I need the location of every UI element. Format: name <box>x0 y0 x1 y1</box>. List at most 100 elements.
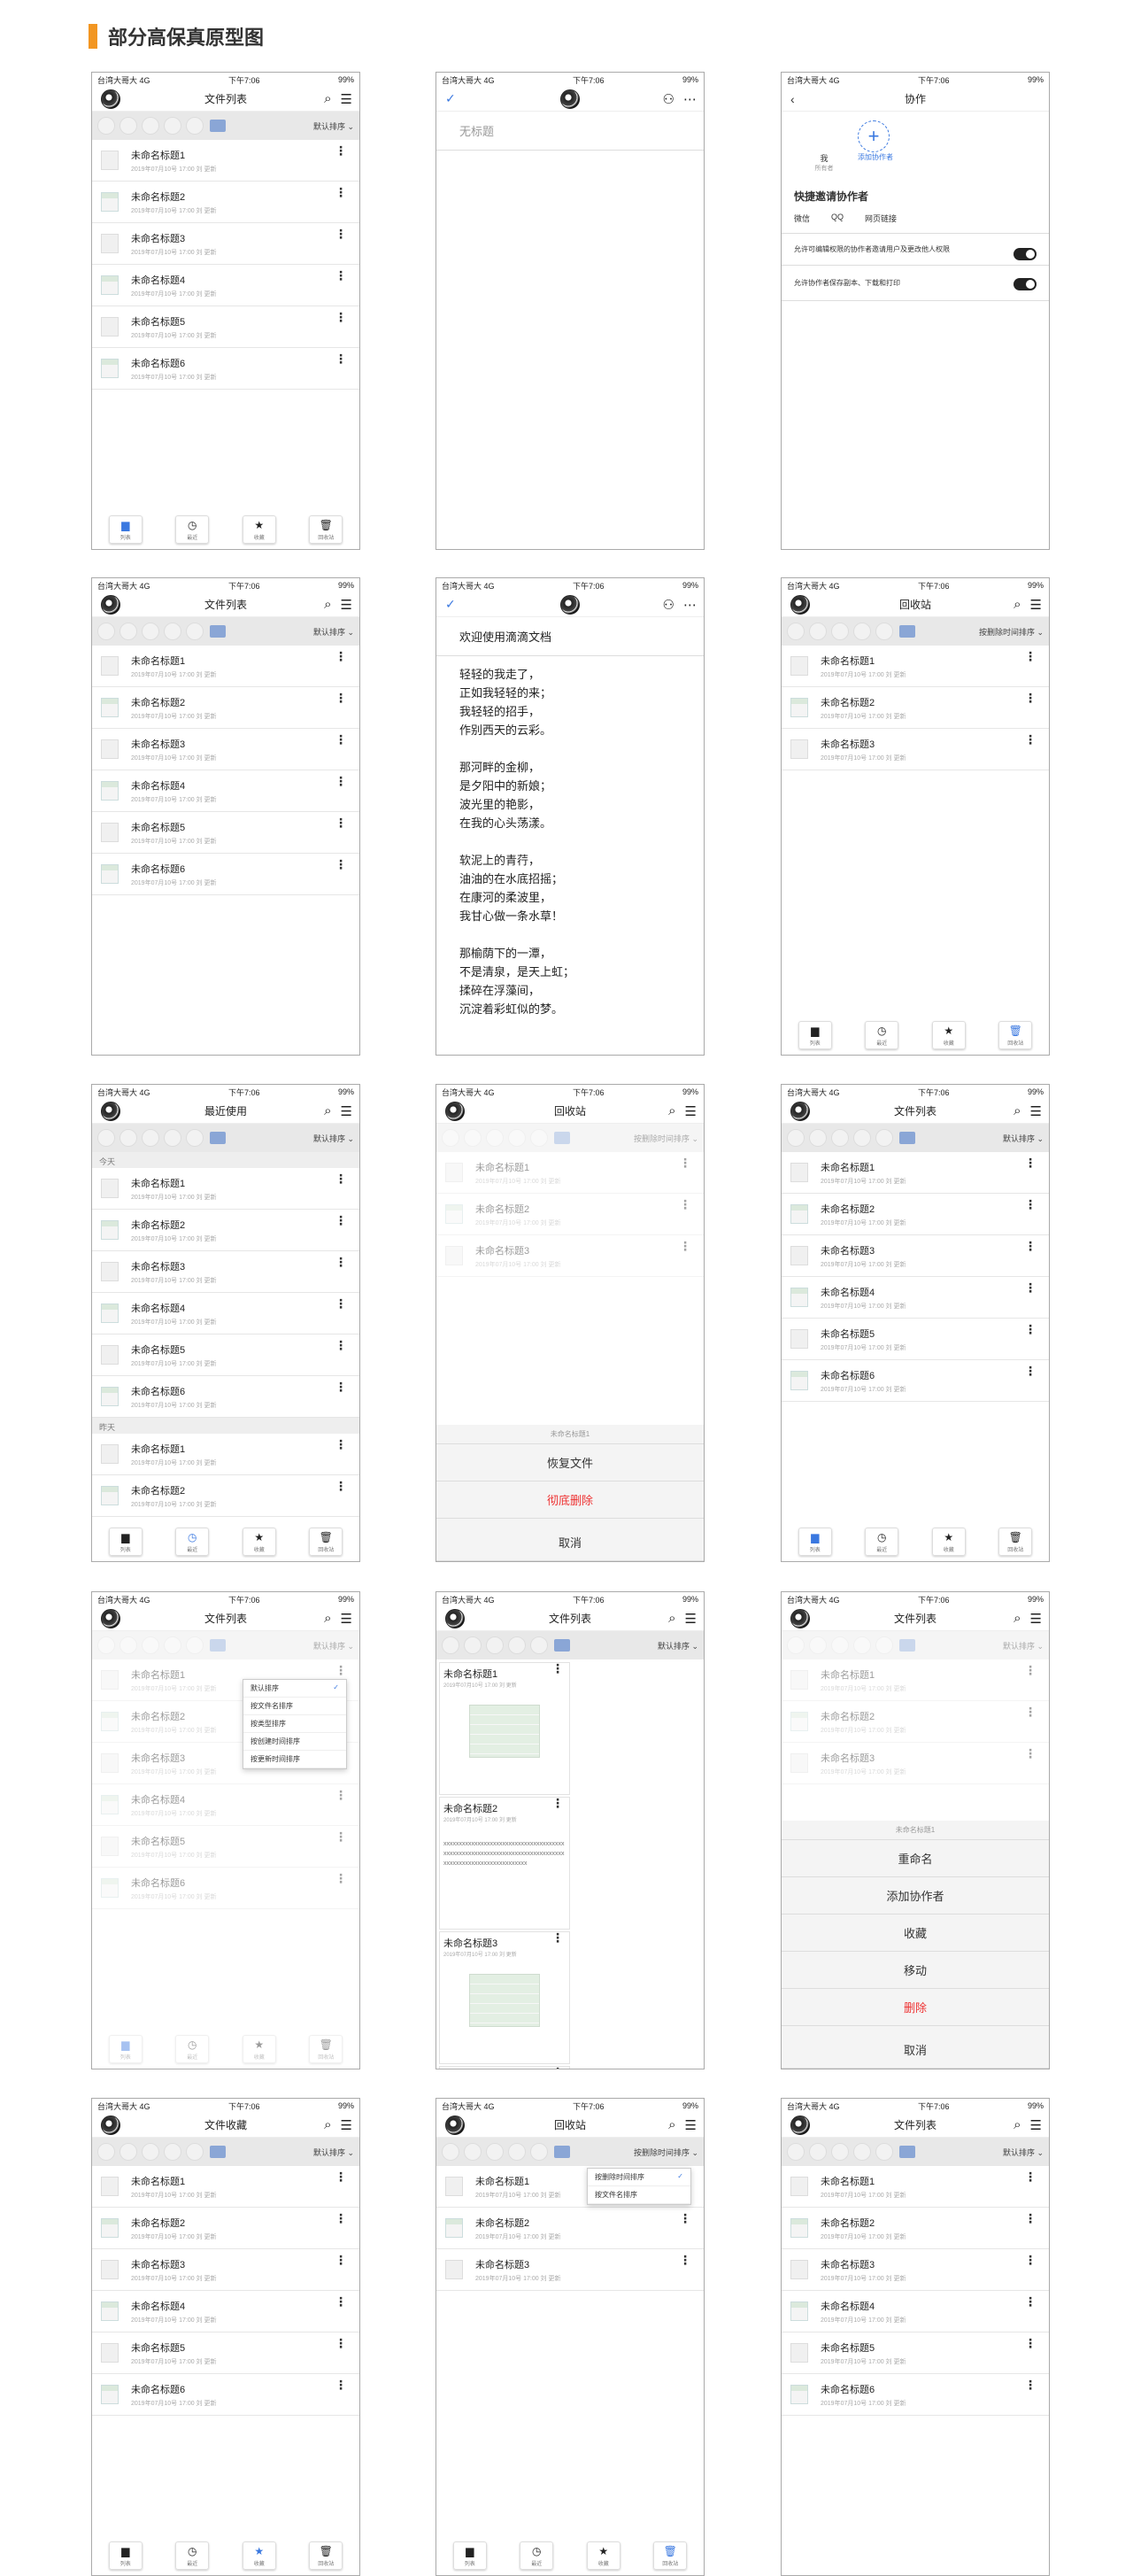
more-icon[interactable]: ⋮ <box>1024 1323 1037 1335</box>
filter-circle[interactable] <box>464 1636 482 1654</box>
list-item[interactable]: 未命名标题12019年07月10号 17:00 刘 更新⋮ <box>92 1434 359 1475</box>
folder-icon[interactable] <box>210 2146 226 2158</box>
sort-option[interactable]: 按创建时间排序 <box>243 1733 346 1751</box>
list-item[interactable]: 未命名标题62019年07月10号 17:00 刘 更新⋮ <box>782 2374 1049 2416</box>
more-icon[interactable]: ⋮ <box>335 2254 347 2266</box>
search-icon[interactable]: ⌕ <box>324 91 331 107</box>
filter-circle[interactable] <box>142 117 159 135</box>
list-icon[interactable]: ☰ <box>1030 597 1042 613</box>
list-item[interactable]: 未命名标题22019年07月10号 17:00 刘 更新⋮ <box>92 1475 359 1517</box>
tab-3[interactable]: 🗑回收站 <box>309 1528 343 1556</box>
list-item[interactable]: 未命名标题32019年07月10号 17:00 刘 更新⋮ <box>92 729 359 770</box>
list-icon[interactable]: ☰ <box>341 2117 352 2133</box>
list-item[interactable]: 未命名标题62019年07月10号 17:00 刘 更新⋮ <box>92 348 359 390</box>
more-icon[interactable]: ⋮ <box>1024 2295 1037 2308</box>
list-item[interactable]: 未命名标题22019年07月10号 17:00 刘 更新⋮ <box>92 687 359 729</box>
filter-circle[interactable] <box>875 623 893 640</box>
avatar[interactable] <box>101 89 120 109</box>
sort-option[interactable]: 按类型排序 <box>243 1715 346 1733</box>
filter-circle[interactable] <box>508 1636 526 1654</box>
more-icon[interactable]: ⋮ <box>335 269 347 282</box>
more-icon[interactable]: ⋮ <box>335 2170 347 2183</box>
avatar[interactable] <box>101 595 120 615</box>
more-icon[interactable]: ⋮ <box>335 1256 347 1268</box>
sort-dropdown[interactable]: 默认排序 ⌄ <box>313 120 354 132</box>
title-input[interactable]: 无标题 <box>436 112 704 151</box>
list-item[interactable]: 未命名标题32019年07月10号 17:00 刘 更新⋮ <box>782 1235 1049 1277</box>
more-icon[interactable]: ⋮ <box>1024 2170 1037 2183</box>
avatar[interactable] <box>445 1102 465 1121</box>
more-icon[interactable]: ⋮ <box>335 2337 347 2349</box>
more-icon[interactable]: ⋮ <box>335 2295 347 2308</box>
filter-circle[interactable] <box>119 623 137 640</box>
avatar[interactable] <box>101 1102 120 1121</box>
more-icon[interactable]: ⋮ <box>679 2254 691 2266</box>
filter-circle[interactable] <box>442 2143 459 2161</box>
search-icon[interactable]: ⌕ <box>668 1103 675 1119</box>
filter-circle[interactable] <box>164 2143 181 2161</box>
share-wechat[interactable]: 微信 <box>794 213 810 224</box>
tab-3[interactable]: 🗑回收站 <box>998 1021 1033 1049</box>
sort-dropdown[interactable]: 默认排序 ⌄ <box>1003 1133 1044 1144</box>
filter-circle[interactable] <box>787 623 805 640</box>
filter-circle[interactable] <box>508 2143 526 2161</box>
filter-circle[interactable] <box>142 1129 159 1147</box>
more-icon[interactable]: ⋮ <box>335 733 347 746</box>
filter-circle[interactable] <box>530 1636 548 1654</box>
doc-body[interactable]: 轻轻的我走了， 正如我轻轻的来； 我轻轻的招手， 作别西天的云彩。 那河畔的金柳， 是夕阳… <box>436 656 704 1027</box>
filter-circle[interactable] <box>787 2143 805 2161</box>
share-qq[interactable]: QQ <box>831 213 844 224</box>
folder-icon[interactable] <box>554 2146 570 2158</box>
list-icon[interactable]: ☰ <box>341 91 352 107</box>
filter-circle[interactable] <box>853 1129 871 1147</box>
list-item[interactable]: 未命名标题12019年07月10号 17:00 刘 更新⋮ <box>782 646 1049 687</box>
sort-option[interactable]: 按更新时间排序 <box>243 1751 346 1768</box>
search-icon[interactable]: ⌕ <box>1014 2117 1021 2133</box>
sort-dropdown[interactable]: 默认排序 ⌄ <box>313 1133 354 1144</box>
action-item[interactable]: 移动 <box>782 1952 1049 1989</box>
more-icon[interactable]: ⋮ <box>1024 692 1037 704</box>
grid-card[interactable]: 文件夹12019年07月10号 17:00 刘 更新⋮ <box>439 2066 570 2069</box>
search-icon[interactable]: ⌕ <box>1014 1103 1021 1119</box>
action-item[interactable]: 删除 <box>782 1989 1049 2026</box>
list-item[interactable]: 未命名标题52019年07月10号 17:00 刘 更新⋮ <box>782 2332 1049 2374</box>
list-item[interactable]: 未命名标题52019年07月10号 17:00 刘 更新⋮ <box>92 812 359 854</box>
more-icon[interactable]: ⋮ <box>335 1480 347 1492</box>
filter-circle[interactable] <box>809 623 827 640</box>
tab-3[interactable]: 🗑回收站 <box>653 2541 688 2570</box>
grid-card[interactable]: 未命名标题2 2019年07月10号 17:00 刘 更新 ⋮ xxxxxxxxxxx… <box>439 1797 570 1930</box>
list-item[interactable]: 未命名标题42019年07月10号 17:00 刘 更新⋮ <box>782 2291 1049 2332</box>
filter-circle[interactable] <box>186 2143 204 2161</box>
more-icon[interactable]: ⋯ <box>683 91 697 107</box>
more-icon[interactable]: ⋮ <box>335 1172 347 1185</box>
folder-icon[interactable] <box>554 1639 570 1652</box>
cancel-button[interactable]: 取消 <box>436 1524 704 1561</box>
more-icon[interactable]: ⋮ <box>335 1339 347 1351</box>
list-icon[interactable]: ☰ <box>1030 2117 1042 2133</box>
search-icon[interactable]: ⌕ <box>668 1611 675 1627</box>
action-item[interactable]: 收藏 <box>782 1915 1049 1952</box>
filter-circle[interactable] <box>530 2143 548 2161</box>
list-item[interactable]: 未命名标题32019年07月10号 17:00 刘 更新⋮ <box>92 223 359 265</box>
sort-dropdown[interactable]: 默认排序 ⌄ <box>658 1640 698 1652</box>
filter-circle[interactable] <box>875 2143 893 2161</box>
check-icon[interactable]: ✓ <box>445 91 456 106</box>
filter-circle[interactable] <box>442 1636 459 1654</box>
avatar[interactable] <box>101 2116 120 2135</box>
toggle[interactable] <box>1014 248 1037 260</box>
filter-circle[interactable] <box>853 2143 871 2161</box>
tab-0[interactable]: ▆列表 <box>798 1528 832 1556</box>
list-item[interactable]: 未命名标题42019年07月10号 17:00 刘 更新⋮ <box>92 2291 359 2332</box>
filter-circle[interactable] <box>186 623 204 640</box>
restore-button[interactable]: 恢复文件 <box>436 1444 704 1481</box>
filter-circle[interactable] <box>853 623 871 640</box>
filter-circle[interactable] <box>809 2143 827 2161</box>
more-icon[interactable]: ⋮ <box>679 2212 691 2224</box>
list-item[interactable]: 未命名标题32019年07月10号 17:00 刘 更新⋮ <box>436 2249 704 2291</box>
filter-circle[interactable] <box>787 1129 805 1147</box>
more-icon[interactable]: ⋮ <box>1024 1365 1037 1377</box>
sort-dropdown[interactable]: 默认排序 ⌄ <box>1003 2147 1044 2158</box>
list-icon[interactable]: ☰ <box>685 1103 697 1119</box>
more-icon[interactable]: ⋮ <box>1024 2379 1037 2391</box>
filter-circle[interactable] <box>875 1129 893 1147</box>
